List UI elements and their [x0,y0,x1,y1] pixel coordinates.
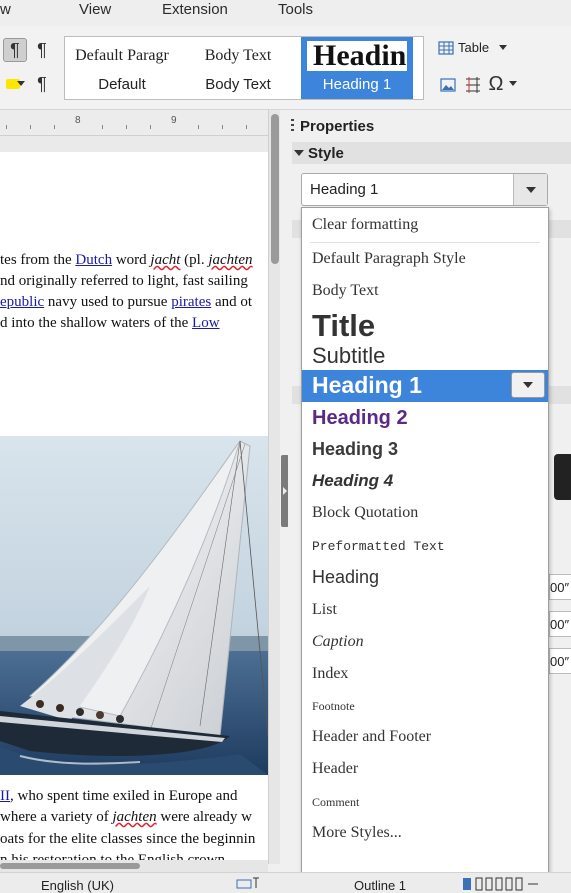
spacing-field[interactable]: 00″ [549,611,571,637]
gallery-caption-body-text: Body Text [205,76,271,93]
document-canvas[interactable]: tes from the Dutch word jacht (pl. jacht… [0,136,268,864]
paragraph-style-combo[interactable]: Heading 1 [301,173,548,206]
insert-image-icon[interactable] [438,74,458,96]
document-page[interactable]: tes from the Dutch word jacht (pl. jacht… [0,152,268,864]
scrollbar-thumb[interactable] [271,114,279,264]
separator [310,242,540,243]
formatting-marks-icon[interactable]: ¶ [3,38,27,62]
style-section-header[interactable]: Style [292,142,571,164]
vertical-scrollbar[interactable] [268,110,280,864]
gallery-preview-heading-1: Headin [307,41,407,71]
sidebar-title: Properties [300,118,375,135]
text-line: tes from the Dutch word jacht (pl. jacht… [0,252,253,268]
chevron-down-icon [525,186,536,193]
gallery-preview-default: Default Paragr [75,47,169,64]
text-line: d into the shallow waters of the Low [0,315,220,331]
style-option-header[interactable]: Header [302,756,548,784]
sidebar-button-partial[interactable] [554,454,571,500]
menu-tools[interactable]: Tools [278,1,313,18]
style-option-block-quotation[interactable]: Block Quotation [302,500,548,528]
scrollbar-thumb[interactable] [0,863,140,869]
status-language[interactable]: English (UK) [41,878,114,893]
chevron-down-icon[interactable] [16,78,26,88]
text-line: II, who spent time exiled in Europe and [0,788,238,804]
gallery-preview-body-text: Body Text [204,47,272,64]
ruler-number: 8 [75,115,81,126]
style-option-heading-1[interactable]: Heading 1 [302,370,548,402]
ruler-number: 9 [171,115,177,126]
formatting-toolbar: ¶ ¶ ¶ Default Paragr Default Body Text B… [0,26,571,110]
style-option-clear-formatting[interactable]: Clear formatting [302,214,548,242]
gallery-caption-heading-1: Heading 1 [322,76,392,93]
spacing-field[interactable]: 00″ [549,574,571,600]
collapse-triangle-icon [294,150,304,156]
style-option-header-and-footer[interactable]: Header and Footer [302,724,548,752]
text-line: where a variety of jachten were already … [0,809,252,825]
insert-chart-icon[interactable] [462,74,484,96]
combo-dropdown-button[interactable] [513,174,547,205]
horizontal-ruler: 8 9 [0,110,268,136]
gallery-style-body-text[interactable]: Body Text Body Text [183,37,293,99]
paragraph-style-dropdown-list: Clear formatting Default Paragraph Style… [301,207,549,881]
grip-icon[interactable] [291,119,294,134]
style-option-heading[interactable]: Heading [302,564,548,592]
sailing-yacht-photo[interactable] [0,436,268,775]
style-option-preformatted-text[interactable]: Preformatted Text [302,534,548,560]
paragraph-style-value[interactable]: Heading 1 [310,181,378,198]
gallery-style-default[interactable]: Default Paragr Default [67,37,177,99]
link-dutch[interactable]: Dutch [75,252,112,268]
table-button-label: Table [458,40,490,55]
view-layout-icon[interactable] [462,877,540,893]
menu-item-view-partial[interactable]: w [0,1,11,18]
text-line: nd originally referred to light, fast sa… [0,273,248,289]
chevron-down-icon[interactable] [508,78,518,88]
style-option-comment[interactable]: Comment [302,792,548,816]
link-low-countries[interactable]: Low [192,315,220,331]
insert-table-button[interactable]: Table [438,40,508,55]
menu-extension[interactable]: Extension [162,1,228,18]
link-charles-ii[interactable]: II [0,788,10,804]
style-option-heading-3[interactable]: Heading 3 [302,436,548,464]
pilcrow-icon[interactable]: ¶ [30,72,54,96]
status-outline-level: Outline 1 [354,878,407,893]
style-option-subtitle[interactable]: Subtitle [302,342,548,370]
selection-mode-icon[interactable] [236,877,264,892]
menubar: w View Extension Tools [0,0,571,26]
rtl-paragraph-icon[interactable]: ¶ [30,38,54,62]
link-republic[interactable]: epublic [0,294,44,310]
text-line: oats for the elite classes since the beg… [0,831,256,847]
status-bar: English (UK) Outline 1 [0,872,571,893]
style-option-body-text[interactable]: Body Text [302,278,548,306]
style-section-title: Style [308,144,344,162]
style-option-more-styles[interactable]: More Styles... [302,820,548,848]
paragraph-styles-gallery: Default Paragr Default Body Text Body Te… [64,36,424,100]
style-option-default-paragraph[interactable]: Default Paragraph Style [302,246,548,274]
gallery-caption-default: Default [98,76,146,93]
style-option-caption[interactable]: Caption [302,630,548,656]
chevron-down-icon [499,45,508,50]
table-icon [438,40,454,55]
gallery-style-heading-1[interactable]: Headin Heading 1 [301,37,413,99]
style-option-list[interactable]: List [302,598,548,624]
link-pirates[interactable]: pirates [171,294,211,310]
menu-view[interactable]: View [79,1,111,18]
style-option-heading-2[interactable]: Heading 2 [302,404,548,434]
chevron-down-icon [523,382,533,388]
style-option-footnote[interactable]: Footnote [302,696,548,720]
style-option-index[interactable]: Index [302,662,548,688]
style-option-title[interactable]: Title [302,306,548,343]
spacing-field[interactable]: 00″ [549,648,571,674]
text-line: epublic navy used to pursue pirates and … [0,294,253,310]
style-options-menu-button[interactable] [511,372,545,398]
style-option-heading-4[interactable]: Heading 4 [302,468,548,496]
special-character-icon[interactable]: Ω [486,72,506,96]
horizontal-scrollbar[interactable] [0,860,268,872]
